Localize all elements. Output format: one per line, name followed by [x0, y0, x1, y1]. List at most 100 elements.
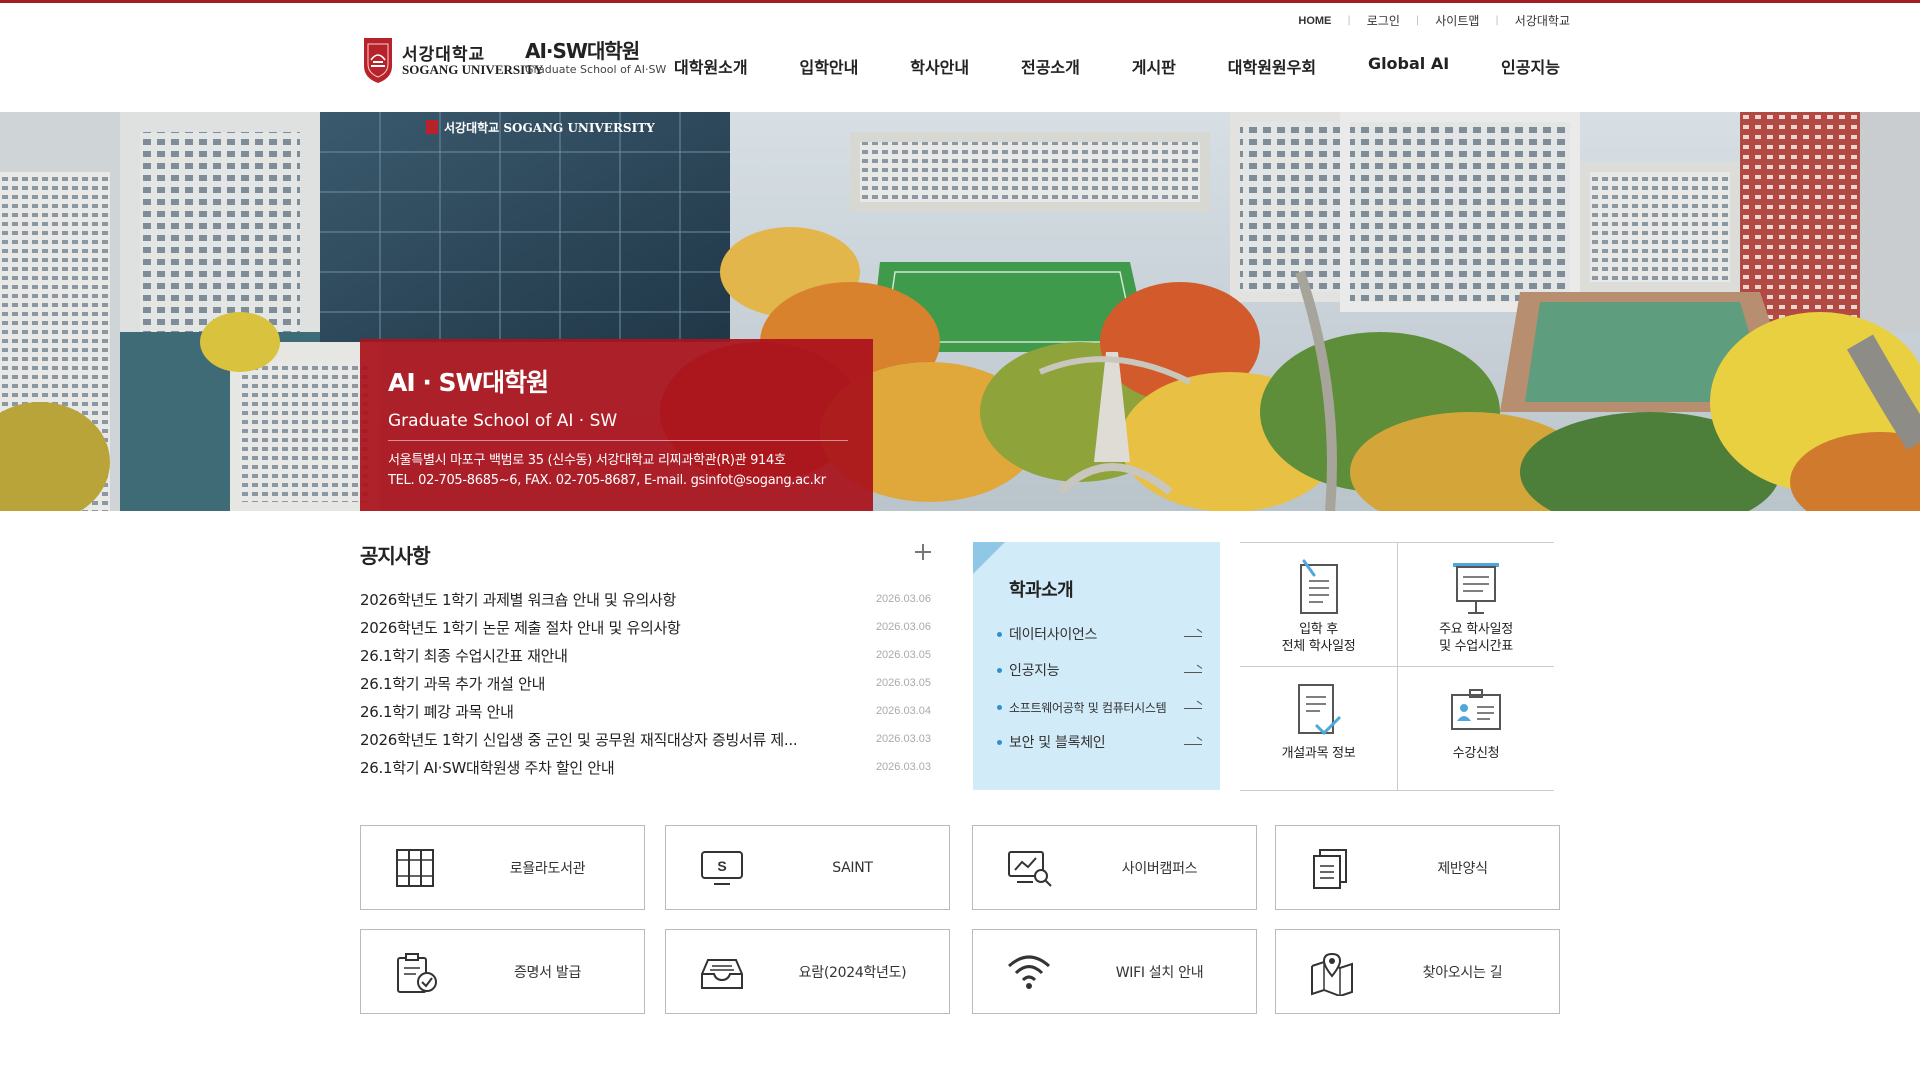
nav-artificial-intelligence[interactable]: 인공지능 — [1501, 54, 1560, 78]
library-icon — [396, 849, 434, 887]
school-name-korean: AI·SW대학원 — [525, 39, 640, 63]
link-label: SAINT — [832, 859, 873, 876]
quick-label: 및 수업시간표 — [1439, 639, 1513, 654]
notice-item[interactable]: 2026학년도 1학기 논문 제출 절차 안내 및 유의사항 2026.03.06 — [360, 613, 931, 641]
handbook-link-button[interactable]: 요람(2024학년도) — [665, 929, 950, 1014]
course-info-button[interactable]: 개설과목 정보 — [1240, 667, 1397, 791]
notice-item-date: 2026.03.05 — [875, 649, 931, 661]
hero-subtitle: Graduate School of AI · SW — [388, 411, 618, 431]
dept-item-label: 보안 및 블록체인 — [1009, 735, 1106, 751]
sogang-crest-icon — [364, 38, 392, 83]
monitor-letter: S — [717, 858, 726, 874]
hero-address: 서울특별시 마포구 백범로 35 (신수동) 서강대학교 리찌과학관(R)관 9… — [388, 453, 786, 468]
arrow-right-icon — [1184, 666, 1202, 674]
hero-contact: TEL. 02-705-8685~6, FAX. 02-705-8687, E-… — [388, 473, 826, 488]
home-link[interactable]: HOME — [1298, 15, 1331, 27]
hero-banner: 서강대학교 SOGANG UNIVERSITY AI · SW대학원 Gradu… — [0, 112, 1920, 511]
nav-student-association[interactable]: 대학원원우회 — [1228, 54, 1316, 78]
quick-label: 개설과목 정보 — [1281, 746, 1356, 761]
dept-item-label: 소프트웨어공학 및 컴퓨터시스템 — [1009, 700, 1167, 715]
top-accent-line — [0, 0, 1920, 3]
cyber-campus-link-button[interactable]: 사이버캠퍼스 — [972, 825, 1257, 910]
link-label: 증명서 발급 — [513, 964, 582, 981]
arrow-right-icon — [1184, 630, 1202, 638]
university-name-english: SOGANG UNIVERSITY — [402, 62, 544, 77]
separator: | — [1495, 15, 1499, 26]
notice-item[interactable]: 26.1학기 과목 추가 개설 안내 2026.03.05 — [360, 669, 931, 697]
bullet-icon — [997, 668, 1002, 673]
link-label: 제반양식 — [1437, 860, 1488, 877]
forms-icon — [1313, 849, 1347, 889]
wifi-link-button[interactable]: WIFI 설치 안내 — [972, 929, 1257, 1014]
bullet-icon — [997, 632, 1002, 637]
notice-title: 공지사항 — [360, 544, 431, 568]
quick-menu-grid: 입학 후 전체 학사일정 주요 학사일정 및 수업시간표 개설과목 정보 수강신… — [1240, 542, 1554, 791]
course-registration-button[interactable]: 수강신청 — [1397, 667, 1554, 791]
notice-item-date: 2026.03.05 — [875, 677, 931, 689]
saint-link-button[interactable]: S SAINT — [665, 825, 950, 910]
notice-item-title: 26.1학기 최종 수업시간표 재안내 — [360, 646, 568, 665]
link-label: WIFI 설치 안내 — [1115, 964, 1204, 981]
notice-item-title: 2026학년도 1학기 과제별 워크숍 안내 및 유의사항 — [360, 590, 677, 609]
notice-item-title: 26.1학기 과목 추가 개설 안내 — [360, 674, 546, 693]
notice-item-title: 26.1학기 AI·SW대학원생 주차 할인 안내 — [360, 758, 615, 777]
forms-link-button[interactable]: 제반양식 — [1275, 825, 1560, 910]
login-link[interactable]: 로그인 — [1367, 12, 1400, 29]
sitemap-link[interactable]: 사이트맵 — [1435, 12, 1479, 29]
dept-item-data-science[interactable]: 데이터사이언스 — [997, 616, 1202, 652]
dept-title: 학과소개 — [1009, 580, 1074, 601]
link-label: 로욜라도서관 — [509, 860, 586, 877]
campus-sign-text: 서강대학교 SOGANG UNIVERSITY — [444, 120, 655, 135]
link-label: 찾아오시는 길 — [1422, 964, 1503, 981]
cyber-campus-icon — [1008, 851, 1052, 887]
notice-item-title: 26.1학기 폐강 과목 안내 — [360, 702, 514, 721]
nav-academic[interactable]: 학사안내 — [910, 54, 969, 78]
dept-item-label: 인공지능 — [1009, 663, 1060, 679]
dept-item-security[interactable]: 보안 및 블록체인 — [997, 724, 1202, 760]
quick-label: 수강신청 — [1452, 746, 1500, 761]
directions-link-button[interactable]: 찾아오시는 길 — [1275, 929, 1560, 1014]
nav-about[interactable]: 대학원소개 — [674, 54, 748, 78]
arrow-right-icon — [1184, 738, 1202, 746]
site-logo[interactable]: 서강대학교 SOGANG UNIVERSITY AI·SW대학원 Graduat… — [360, 34, 670, 88]
quick-label: 전체 학사일정 — [1281, 639, 1356, 654]
notice-item-title: 2026학년도 1학기 신입생 중 군인 및 공무원 재직대상자 증빙서류 제.… — [360, 730, 798, 749]
sogang-link[interactable]: 서강대학교 — [1515, 12, 1570, 29]
nav-majors[interactable]: 전공소개 — [1021, 54, 1080, 78]
quick-label: 주요 학사일정 — [1439, 622, 1513, 637]
nav-admission[interactable]: 입학안내 — [799, 54, 858, 78]
link-label: 사이버캠퍼스 — [1121, 860, 1198, 877]
notice-item-date: 2026.03.03 — [875, 733, 931, 745]
notice-item-date: 2026.03.06 — [875, 593, 931, 605]
notice-item[interactable]: 26.1학기 최종 수업시간표 재안내 2026.03.05 — [360, 641, 931, 669]
notice-item-date: 2026.03.03 — [875, 761, 931, 773]
dept-item-ai[interactable]: 인공지능 — [997, 652, 1202, 688]
separator: | — [1347, 15, 1351, 26]
separator: | — [1415, 15, 1420, 26]
notice-item-date: 2026.03.06 — [875, 621, 931, 633]
monitor-s-icon: S — [701, 851, 743, 885]
arrow-right-icon — [1184, 702, 1202, 710]
quick-links: 로욜라도서관 S SAINT 사이버캠퍼스 제반양식 증명서 발급 요람(202… — [360, 825, 1560, 1015]
wifi-icon — [1007, 955, 1051, 989]
bullet-icon — [997, 740, 1002, 745]
campus-aerial-photo: 서강대학교 SOGANG UNIVERSITY — [0, 112, 1920, 511]
library-link-button[interactable]: 로욜라도서관 — [360, 825, 645, 910]
notice-item[interactable]: 2026학년도 1학기 신입생 중 군인 및 공무원 재직대상자 증빙서류 제.… — [360, 725, 931, 753]
dept-item-software[interactable]: 소프트웨어공학 및 컴퓨터시스템 — [997, 688, 1202, 724]
major-schedule-timetable-button[interactable]: 주요 학사일정 및 수업시간표 — [1397, 543, 1554, 667]
utility-links: HOME | 로그인 | 사이트맵 | 서강대학교 — [1270, 12, 1570, 29]
bullet-icon — [997, 704, 1002, 710]
quick-label: 입학 후 — [1299, 622, 1338, 637]
nav-board[interactable]: 게시판 — [1132, 54, 1176, 78]
notice-item[interactable]: 26.1학기 폐강 과목 안내 2026.03.04 — [360, 697, 931, 725]
notice-item[interactable]: 2026학년도 1학기 과제별 워크숍 안내 및 유의사항 2026.03.06 — [360, 585, 931, 613]
schedule-after-admission-button[interactable]: 입학 후 전체 학사일정 — [1240, 543, 1397, 667]
school-info-box: AI · SW대학원 Graduate School of AI · SW 서울… — [360, 339, 873, 511]
document-check-icon — [1297, 684, 1341, 736]
nav-global-ai[interactable]: Global AI — [1368, 54, 1449, 78]
notice-item[interactable]: 26.1학기 AI·SW대학원생 주차 할인 안내 2026.03.03 — [360, 753, 931, 781]
notice-section: 공지사항 2026학년도 1학기 과제별 워크숍 안내 및 유의사항 2026.0… — [360, 540, 931, 781]
more-plus-icon[interactable] — [915, 544, 931, 560]
certificate-link-button[interactable]: 증명서 발급 — [360, 929, 645, 1014]
